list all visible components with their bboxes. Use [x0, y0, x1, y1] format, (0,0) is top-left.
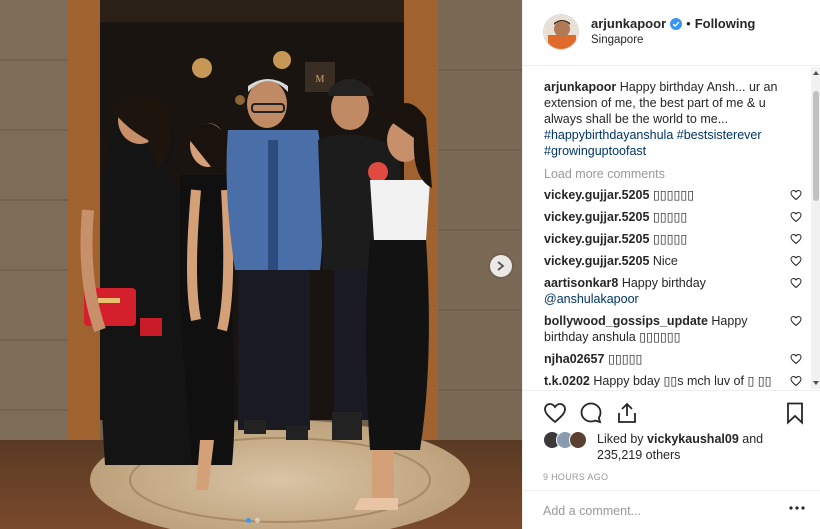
comment-icon[interactable] [579, 401, 603, 425]
scrollbar-thumb[interactable] [813, 91, 819, 201]
comment-username[interactable]: aartisonkar8 [544, 276, 618, 290]
scroll-up-arrow-icon[interactable] [812, 69, 820, 77]
hashtag-link[interactable]: #bestsisterever [677, 128, 762, 142]
avatar [569, 431, 587, 449]
comment-text: ▯▯▯▯▯ [649, 210, 688, 224]
carousel-dot [255, 518, 260, 523]
share-icon[interactable] [615, 401, 639, 425]
comment-username[interactable]: vickey.gujjar.5205 [544, 232, 649, 246]
carousel-dot-active [246, 518, 251, 523]
comment-item: aartisonkar8 Happy birthday @anshulakapo… [544, 275, 806, 307]
liked-by-username[interactable]: vickykaushal09 [647, 432, 739, 446]
scroll-down-arrow-icon[interactable] [812, 379, 820, 387]
add-comment-bar [523, 490, 820, 529]
heart-icon[interactable] [790, 255, 802, 267]
bookmark-icon[interactable] [783, 401, 807, 425]
load-more-comments-button[interactable]: Load more comments [544, 167, 808, 181]
carousel-indicator [246, 518, 260, 523]
post-header: arjunkapoor • Following Singapore [523, 0, 820, 66]
comments-section[interactable]: arjunkapoor Happy birthday Ansh... ur an… [523, 67, 820, 389]
comment-text: ▯▯▯▯▯ [604, 352, 643, 366]
likes-count[interactable]: 235,219 others [597, 448, 680, 462]
comment-item: vickey.gujjar.5205 ▯▯▯▯▯▯ [544, 187, 806, 203]
hashtag-link[interactable]: #happybirthdayanshula [544, 128, 673, 142]
comment-item: vickey.gujjar.5205 ▯▯▯▯▯ [544, 209, 806, 225]
post-caption: arjunkapoor Happy birthday Ansh... ur an… [544, 79, 796, 159]
comment-item: vickey.gujjar.5205 ▯▯▯▯▯ [544, 231, 806, 247]
comment-username[interactable]: vickey.gujjar.5205 [544, 254, 649, 268]
comment-item: t.k.0202 Happy bday ▯▯s mch luv of ▯ ▯▯ [544, 373, 806, 389]
likes-prefix: Liked by [597, 432, 648, 446]
chevron-right-icon [497, 261, 505, 271]
likes-summary: Liked by vickykaushal09 and 235,219 othe… [597, 431, 807, 463]
comment-text: Nice [649, 254, 678, 268]
avatar-image [544, 15, 578, 49]
comment-username[interactable]: vickey.gujjar.5205 [544, 188, 649, 202]
comment-username[interactable]: vickey.gujjar.5205 [544, 210, 649, 224]
verified-badge-icon [670, 17, 683, 30]
post-timestamp[interactable]: 9 HOURS AGO [543, 472, 608, 482]
post-details-panel: arjunkapoor • Following Singapore arjunk… [522, 0, 820, 529]
more-options-icon[interactable] [789, 505, 805, 511]
comment-username[interactable]: njha02657 [544, 352, 604, 366]
post-actions: Liked by vickykaushal09 and 235,219 othe… [523, 390, 820, 482]
comments-scrollbar[interactable] [811, 67, 820, 389]
mention-link[interactable]: @anshulakapoor [544, 292, 639, 306]
post-location[interactable]: Singapore [591, 34, 643, 46]
following-button[interactable]: Following [695, 16, 756, 31]
caption-username[interactable]: arjunkapoor [544, 80, 616, 94]
carousel-next-button[interactable] [490, 255, 512, 277]
svg-text:M: M [316, 74, 325, 85]
comment-text: ▯▯▯▯▯▯ [649, 188, 695, 202]
likes-middle: and [738, 432, 764, 446]
post-author-username[interactable]: arjunkapoor [591, 16, 666, 31]
avatar[interactable] [543, 14, 579, 50]
header-separator: • [686, 16, 691, 31]
comment-item: vickey.gujjar.5205 Nice [544, 253, 806, 269]
comment-item: bollywood_gossips_update Happy birthday … [544, 313, 806, 345]
comment-text: Happy birthday [618, 276, 706, 290]
heart-icon[interactable] [543, 401, 567, 425]
heart-icon[interactable] [790, 211, 802, 223]
comment-item: njha02657 ▯▯▯▯▯ [544, 351, 806, 367]
heart-icon[interactable] [790, 189, 802, 201]
heart-icon[interactable] [790, 375, 802, 387]
comment-text: Happy bday ▯▯s mch luv of ▯ ▯▯ [589, 374, 772, 388]
comment-username[interactable]: t.k.0202 [544, 374, 590, 388]
liked-by-avatars[interactable] [543, 431, 587, 449]
heart-icon[interactable] [790, 233, 802, 245]
photo-image: M [0, 0, 522, 529]
post-photo[interactable]: M [0, 0, 522, 529]
heart-icon[interactable] [790, 315, 802, 327]
heart-icon[interactable] [790, 277, 802, 289]
heart-icon[interactable] [790, 353, 802, 365]
add-comment-input[interactable] [543, 501, 773, 521]
comment-username[interactable]: bollywood_gossips_update [544, 314, 708, 328]
hashtag-link[interactable]: #growinguptoofast [544, 144, 646, 158]
comment-text: ▯▯▯▯▯ [649, 232, 688, 246]
